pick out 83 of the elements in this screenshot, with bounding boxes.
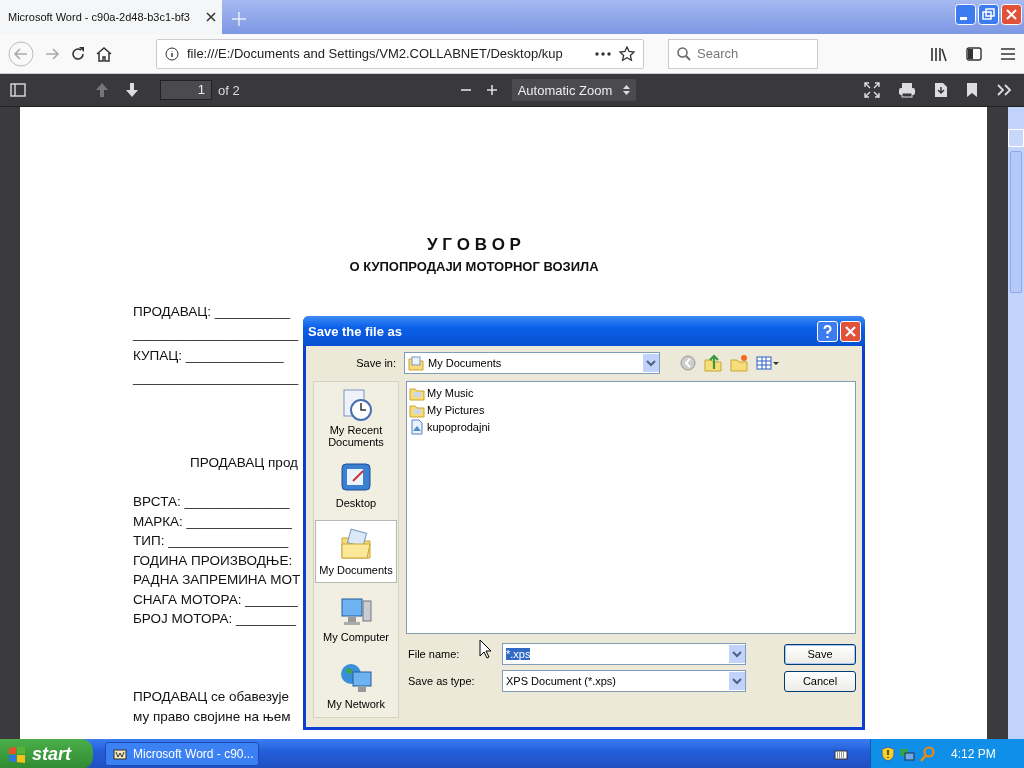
search-field[interactable]: Search xyxy=(668,38,818,69)
views-icon[interactable] xyxy=(756,355,780,371)
file-item[interactable]: kupoprodajni xyxy=(427,421,490,433)
folder-icon xyxy=(339,527,373,562)
tools-chevron-icon[interactable] xyxy=(996,83,1014,97)
library-icon[interactable] xyxy=(930,45,948,62)
file-name-field[interactable]: *.xps xyxy=(502,643,746,665)
previous-page-icon[interactable] xyxy=(94,82,110,98)
places-item[interactable]: Desktop xyxy=(315,453,397,516)
folder-icon xyxy=(409,385,425,401)
bookmark-icon[interactable] xyxy=(966,82,978,98)
network-icon[interactable] xyxy=(899,746,915,762)
windows-flag-icon xyxy=(8,745,26,763)
document-line: РАДНА ЗАПРЕМИНА МОТ xyxy=(133,571,301,589)
document-line: ВРСТА: ______________ xyxy=(133,493,290,511)
file-item[interactable]: My Pictures xyxy=(427,404,485,416)
search-icon xyxy=(677,46,691,61)
zoom-in-icon[interactable] xyxy=(485,84,498,96)
restore-icon[interactable] xyxy=(978,4,999,25)
clock: 4:12 PM xyxy=(951,747,996,761)
document-line: СНАГА МОТОРА: _______ xyxy=(133,590,298,609)
tab-title: Microsoft Word - c90a-2d48-b3c1-bf3 xyxy=(8,11,191,23)
url-text: file:///E:/Documents and Settings/VM2.COLLABNET/Desktop/kup xyxy=(187,46,564,61)
places-item[interactable]: My Network xyxy=(315,654,397,717)
document-title: У Г О В О Р xyxy=(426,235,522,255)
document-line: ТИП: ________________ xyxy=(133,532,289,550)
document-line: ПРОДАВАЦ прод xyxy=(190,454,298,472)
info-icon xyxy=(165,46,179,61)
close-button[interactable] xyxy=(840,320,861,342)
places-item[interactable]: My Recent Documents xyxy=(315,386,397,449)
folder-icon xyxy=(408,355,424,371)
up-folder-icon[interactable] xyxy=(704,354,722,372)
document-line: му право својине на њем xyxy=(133,707,291,726)
folder-icon xyxy=(409,402,425,418)
taskbar-button[interactable]: Microsoft Word - c90... xyxy=(105,742,259,766)
document-line: МАРКА: ______________ xyxy=(133,512,292,531)
document-line: КУПАЦ: _____________ xyxy=(133,347,284,365)
document-line: ______________________ xyxy=(133,325,299,343)
fullscreen-icon[interactable] xyxy=(864,82,880,98)
save-as-type-dropdown[interactable]: XPS Document (*.xps) xyxy=(502,670,746,692)
dialog-title: Save the file as xyxy=(308,323,403,339)
reload-icon[interactable] xyxy=(70,45,86,62)
more-icon[interactable] xyxy=(595,51,611,56)
page-number-field[interactable]: 1 xyxy=(160,80,212,100)
document-line: ______________________ xyxy=(133,369,299,387)
document-line: ПРОДАВАЦ се обавезује xyxy=(133,687,290,706)
print-icon[interactable] xyxy=(898,82,916,98)
star-icon[interactable] xyxy=(619,45,635,62)
browser-tab[interactable]: Microsoft Word - c90a-2d48-b3c1-bf3 xyxy=(0,0,222,34)
places-item[interactable]: My Computer xyxy=(315,587,397,650)
places-item[interactable]: My Documents xyxy=(315,520,397,583)
shield-icon[interactable] xyxy=(881,746,895,762)
start-button[interactable]: start xyxy=(0,739,93,768)
zoom-select[interactable]: Automatic Zoom xyxy=(511,79,636,101)
document-line: БРОЈ МОТОРА: ________ xyxy=(133,610,297,628)
save-in-dropdown[interactable]: My Documents xyxy=(404,352,660,374)
file-name-label: File name: xyxy=(408,648,460,660)
keyboard-icon[interactable] xyxy=(834,748,848,760)
save-button[interactable]: Save xyxy=(784,643,856,665)
scrollbar[interactable] xyxy=(1008,107,1024,739)
sidebar-icon[interactable] xyxy=(966,46,982,61)
new-folder-icon[interactable] xyxy=(730,354,748,372)
document-line: ПРОДАВАЦ: __________ xyxy=(133,303,290,321)
save-in-label: Save in: xyxy=(355,357,396,369)
next-page-icon[interactable] xyxy=(124,82,140,98)
save-as-type-label: Save as type: xyxy=(408,675,475,687)
cancel-button[interactable]: Cancel xyxy=(784,670,856,692)
menu-icon[interactable] xyxy=(1000,46,1016,61)
sidebar-toggle-icon[interactable] xyxy=(10,83,26,97)
home-icon[interactable] xyxy=(96,45,112,62)
document-icon xyxy=(409,419,425,435)
page-count: of 2 xyxy=(218,82,240,98)
help-button[interactable] xyxy=(817,320,838,342)
updown-arrows-icon xyxy=(622,85,630,95)
address-bar[interactable]: file:///E:/Documents and Settings/VM2.COLLABNET/Desktop/kup xyxy=(156,38,644,69)
mouse-cursor-icon xyxy=(479,639,492,659)
minimize-icon[interactable] xyxy=(955,4,976,25)
close-icon[interactable] xyxy=(206,12,216,22)
document-subtitle: О КУПОПРОДАЈИ МОТОРНОГ ВОЗИЛА xyxy=(348,259,600,274)
document-line: ГОДИНА ПРОИЗВОДЊЕ: xyxy=(133,551,293,570)
word-doc-icon xyxy=(112,747,128,761)
file-item[interactable]: My Music xyxy=(427,387,474,399)
download-icon[interactable] xyxy=(934,82,948,98)
